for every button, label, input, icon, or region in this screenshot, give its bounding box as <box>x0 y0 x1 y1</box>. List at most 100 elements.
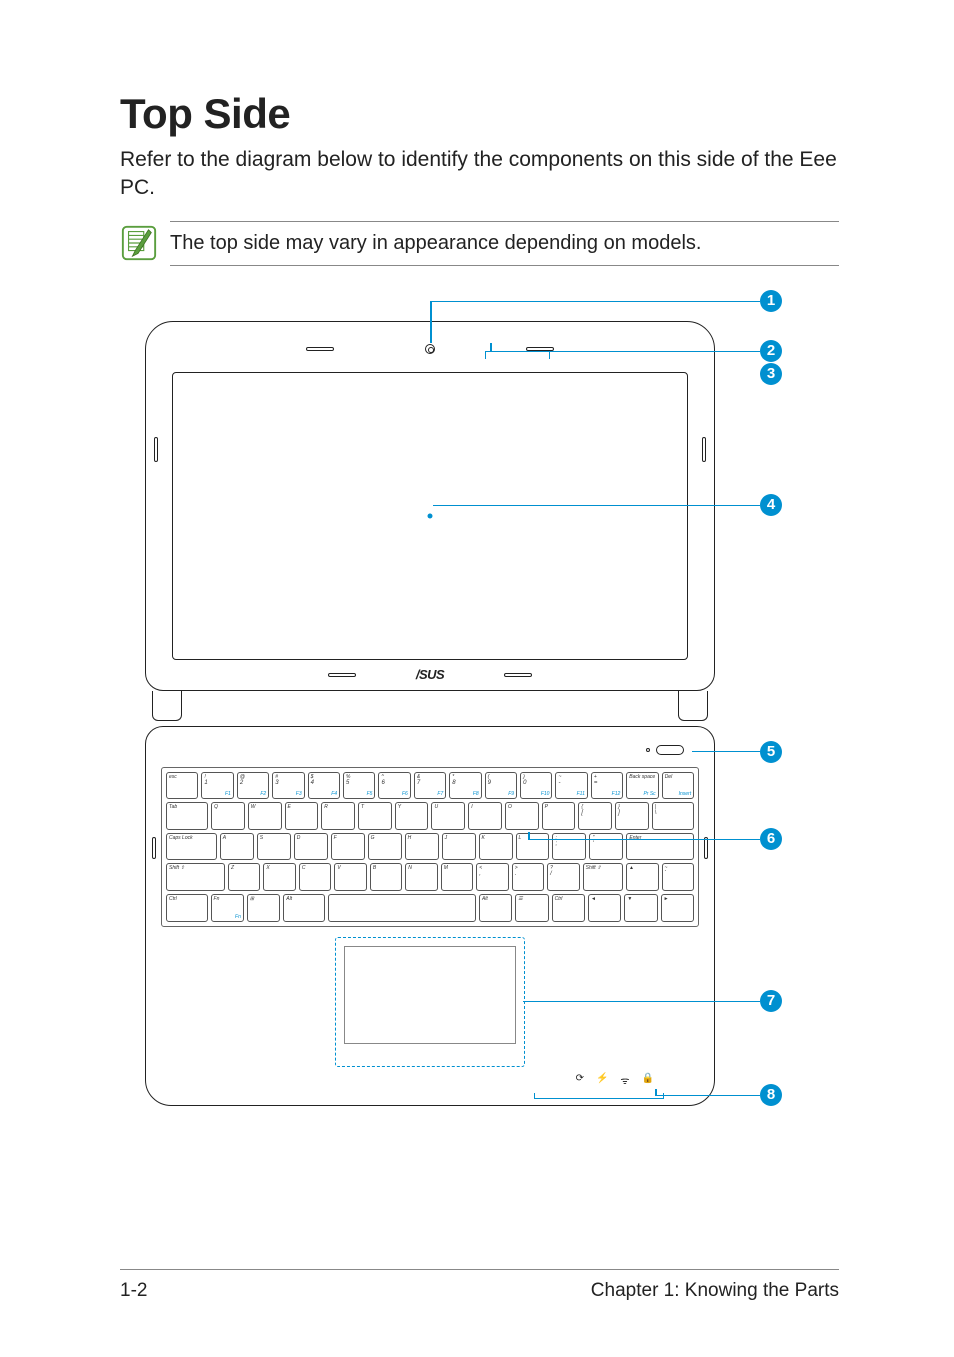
key: }] <box>615 802 649 830</box>
key: M <box>441 863 473 891</box>
key: ▼ <box>624 894 657 922</box>
key: Ctrl <box>166 894 208 922</box>
asus-logo: /SUS <box>416 667 444 682</box>
key: @2F2 <box>237 772 269 800</box>
key: ?/ <box>547 863 579 891</box>
key: <, <box>476 863 508 891</box>
callout-6: 6 <box>760 828 782 850</box>
key: >. <box>512 863 544 891</box>
callout-3: 3 <box>760 363 782 385</box>
callout-2: 2 <box>760 340 782 362</box>
key: ^6F6 <box>378 772 410 800</box>
callout-1: 1 <box>760 290 782 312</box>
key: &7F7 <box>414 772 446 800</box>
key: R <box>321 802 355 830</box>
key: U <box>431 802 465 830</box>
key: Q <box>211 802 245 830</box>
key: F <box>331 833 365 861</box>
camera-icon <box>425 344 435 354</box>
keyboard: esc!1F1@2F2#3F3$4F4%5F5^6F6&7F7*8F8(9F9)… <box>161 767 699 927</box>
key: D <box>294 833 328 861</box>
key: L <box>516 833 550 861</box>
callout-4: 4 <box>760 494 782 516</box>
key: DelInsert <box>662 772 694 800</box>
key: Back spacePr Sc <box>626 772 658 800</box>
key: S <box>257 833 291 861</box>
key: ► <box>661 894 694 922</box>
key: A <box>220 833 254 861</box>
hinge <box>152 691 182 721</box>
status-icon: 🔒 <box>642 1073 654 1087</box>
key: Z <box>228 863 260 891</box>
power-button-area <box>646 745 684 755</box>
callout-5: 5 <box>760 741 782 763</box>
screen-center-dot <box>428 513 433 518</box>
hinge <box>678 691 708 721</box>
key: Alt <box>479 894 512 922</box>
key: N <box>405 863 437 891</box>
key: T <box>358 802 392 830</box>
key: |\ <box>652 802 694 830</box>
key: ⊞ <box>247 894 280 922</box>
note-text: The top side may vary in appearance depe… <box>170 232 701 254</box>
key: #3F3 <box>272 772 304 800</box>
key: Tab <box>166 802 208 830</box>
key: K <box>479 833 513 861</box>
key: +=F12 <box>591 772 623 800</box>
vent <box>328 673 356 677</box>
key: Enter <box>626 833 694 861</box>
touchpad <box>335 937 525 1067</box>
note-callout: The top side may vary in appearance depe… <box>120 221 839 266</box>
callout-7: 7 <box>760 990 782 1012</box>
key: J <box>442 833 476 861</box>
key: Ctrl <box>552 894 585 922</box>
key: ☰ <box>515 894 548 922</box>
key: !1F1 <box>201 772 233 800</box>
key: Shift ⇧ <box>583 863 623 891</box>
page-title: Top Side <box>120 90 839 138</box>
key: %5F5 <box>343 772 375 800</box>
status-icon: ⟳ <box>576 1073 584 1087</box>
side-slit <box>702 437 706 462</box>
intro-text: Refer to the diagram below to identify t… <box>120 146 839 203</box>
side-slit <box>154 437 158 462</box>
note-icon <box>120 224 158 262</box>
key: C <box>299 863 331 891</box>
status-icon: ⚡ <box>596 1073 608 1087</box>
status-bracket <box>534 1093 664 1099</box>
key: ~` <box>662 863 694 891</box>
key: :; <box>552 833 586 861</box>
key: W <box>248 802 282 830</box>
key: G <box>368 833 402 861</box>
key: Caps Lock <box>166 833 217 861</box>
key <box>328 894 476 922</box>
key: B <box>370 863 402 891</box>
mic-slit-left <box>306 347 334 351</box>
key: I <box>468 802 502 830</box>
key: V <box>334 863 366 891</box>
display-panel <box>172 372 688 660</box>
key: E <box>285 802 319 830</box>
key: ~-F11 <box>555 772 587 800</box>
key: esc <box>166 772 198 800</box>
page-number: 1-2 <box>120 1280 147 1302</box>
key: (9F9 <box>485 772 517 800</box>
key: ▲ <box>626 863 658 891</box>
page-footer: 1-2 Chapter 1: Knowing the Parts <box>120 1269 839 1302</box>
vent <box>504 673 532 677</box>
key: FnFn <box>211 894 244 922</box>
key: O <box>505 802 539 830</box>
status-icon: ᯤ <box>620 1073 629 1087</box>
key: Y <box>395 802 429 830</box>
key: H <box>405 833 439 861</box>
laptop-base: esc!1F1@2F2#3F3$4F4%5F5^6F6&7F7*8F8(9F9)… <box>145 726 715 1106</box>
key: Shift ⇧ <box>166 863 225 891</box>
key: X <box>263 863 295 891</box>
key: )0F10 <box>520 772 552 800</box>
key: $4F4 <box>308 772 340 800</box>
callout-8: 8 <box>760 1084 782 1106</box>
key: "' <box>589 833 623 861</box>
laptop-diagram: /SUS esc!1F1@2F2#3F3$4F4%5F5^6F6&7F7*8F8… <box>120 301 850 1101</box>
status-indicators: ⟳ ⚡ ᯤ 🔒 <box>576 1073 654 1087</box>
key: P <box>542 802 576 830</box>
